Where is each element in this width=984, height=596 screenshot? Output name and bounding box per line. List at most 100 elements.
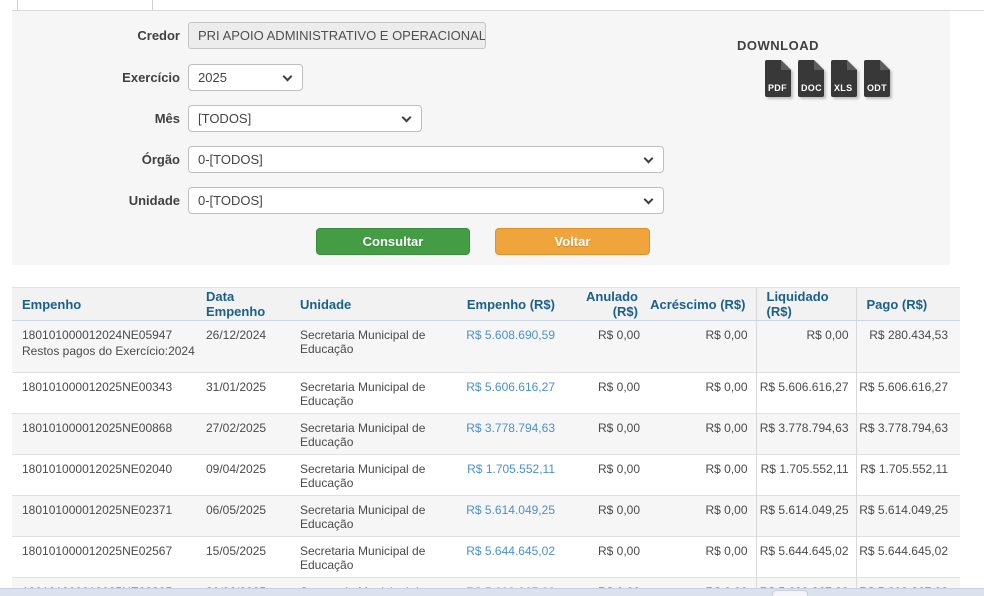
col-unidade[interactable]: Unidade — [290, 288, 462, 321]
cell-data: 31/01/2025 — [196, 373, 290, 414]
mes-label: Mês — [20, 111, 180, 126]
cell-pago: R$ 5.614.049,25 — [856, 496, 960, 537]
empenho-value-link[interactable]: R$ 5.614.049,25 — [466, 503, 555, 517]
cell-empenho-rs: R$ 5.644.645,02 — [462, 537, 565, 578]
scrollbar-thumb[interactable] — [772, 590, 808, 596]
cell-pago: R$ 280.434,53 — [856, 321, 960, 373]
tab-divider-right — [152, 0, 153, 10]
empenho-value-link[interactable]: R$ 5.606.616,27 — [466, 380, 555, 394]
empenho-note: Restos pagos do Exercício:2024 — [22, 344, 196, 358]
folded-corner-icon — [781, 60, 791, 70]
cell-liquidado: R$ 5.644.645,02 — [756, 537, 856, 578]
cell-anulado: R$ 0,00 — [565, 496, 648, 537]
cell-empenho-rs: R$ 1.705.552,11 — [462, 455, 565, 496]
chevron-down-icon — [402, 113, 412, 123]
cell-anulado: R$ 0,00 — [565, 321, 648, 373]
cell-anulado: R$ 0,00 — [565, 414, 648, 455]
document-icon: DOC — [798, 60, 824, 97]
document-icon: ODT — [864, 60, 890, 97]
document-icon: XLS — [831, 60, 857, 97]
cell-empenho: 180101000012025NE00343 — [12, 373, 196, 414]
cell-unidade: Secretaria Municipal de Educação — [290, 496, 462, 537]
chevron-down-icon — [644, 154, 654, 164]
col-acrescimo[interactable]: Acréscimo (R$) — [648, 288, 756, 321]
col-anulado[interactable]: Anulado (R$) — [565, 288, 648, 321]
document-icon: PDF — [765, 60, 791, 97]
empenho-number: 180101000012024NE05947 — [22, 328, 196, 342]
empenho-value-link[interactable]: R$ 3.778.794,63 — [466, 421, 555, 435]
mes-select[interactable]: [TODOS] — [188, 105, 422, 132]
table-row: 180101000012025NE0256715/05/2025Secretar… — [12, 537, 960, 578]
voltar-button[interactable]: Voltar — [495, 228, 650, 255]
cell-empenho-rs: R$ 3.778.794,63 — [462, 414, 565, 455]
cell-anulado: R$ 0,00 — [565, 373, 648, 414]
exercicio-label: Exercício — [20, 70, 180, 85]
cell-liquidado: R$ 0,00 — [756, 321, 856, 373]
cell-data: 27/02/2025 — [196, 414, 290, 455]
cell-acrescimo: R$ 0,00 — [648, 455, 756, 496]
credor-label: Credor — [20, 28, 180, 43]
cell-data: 09/04/2025 — [196, 455, 290, 496]
cell-empenho-rs: R$ 5.606.616,27 — [462, 373, 565, 414]
doc-file-icon[interactable]: DOC — [798, 60, 824, 97]
cell-empenho: 180101000012025NE02371 — [12, 496, 196, 537]
cell-data: 06/05/2025 — [196, 496, 290, 537]
orgao-value: 0-[TODOS] — [198, 152, 263, 167]
table-row: 180101000012024NE05947 Restos pagos do Ex… — [12, 321, 960, 373]
cell-empenho-rs: R$ 5.614.049,25 — [462, 496, 565, 537]
cell-acrescimo: R$ 0,00 — [648, 373, 756, 414]
cell-acrescimo: R$ 0,00 — [648, 537, 756, 578]
table-header-row: Empenho Data Empenho Unidade Empenho (R$… — [12, 288, 960, 321]
col-liquidado[interactable]: Liquidado (R$) — [756, 288, 856, 321]
cell-unidade: Secretaria Municipal de Educação — [290, 455, 462, 496]
file-format-label: ODT — [867, 83, 887, 93]
table-row: 180101000012025NE0034331/01/2025Secretar… — [12, 373, 960, 414]
cell-empenho: 180101000012025NE00868 — [12, 414, 196, 455]
cell-pago: R$ 3.778.794,63 — [856, 414, 960, 455]
cell-data: 15/05/2025 — [196, 537, 290, 578]
cell-acrescimo: R$ 0,00 — [648, 496, 756, 537]
cell-anulado: R$ 0,00 — [565, 455, 648, 496]
cell-pago: R$ 5.606.616,27 — [856, 373, 960, 414]
cell-acrescimo: R$ 0,00 — [648, 321, 756, 373]
consultar-button[interactable]: Consultar — [316, 228, 470, 255]
odt-file-icon[interactable]: ODT — [864, 60, 890, 97]
file-format-label: DOC — [801, 83, 822, 93]
unidade-select[interactable]: 0-[TODOS] — [188, 187, 664, 214]
col-empenho[interactable]: Empenho — [12, 288, 196, 321]
xls-file-icon[interactable]: XLS — [831, 60, 857, 97]
empenhos-table: Empenho Data Empenho Unidade Empenho (R$… — [12, 287, 960, 596]
cell-empenho-rs: R$ 5.608.690,59 — [462, 321, 565, 373]
cell-unidade: Secretaria Municipal de Educação — [290, 321, 462, 373]
empenho-value-link[interactable]: R$ 5.608.690,59 — [466, 328, 555, 342]
unidade-value: 0-[TODOS] — [198, 193, 263, 208]
cell-pago: R$ 1.705.552,11 — [856, 455, 960, 496]
table-row: 180101000012025NE0237106/05/2025Secretar… — [12, 496, 960, 537]
credor-field[interactable]: PRI APOIO ADMINISTRATIVO E OPERACIONAL L… — [188, 22, 486, 49]
pdf-file-icon[interactable]: PDF — [765, 60, 791, 97]
table-row: 180101000012025NE0204009/04/2025Secretar… — [12, 455, 960, 496]
empenho-value-link[interactable]: R$ 1.705.552,11 — [467, 462, 555, 476]
col-pago[interactable]: Pago (R$) — [856, 288, 960, 321]
cell-unidade: Secretaria Municipal de Educação — [290, 373, 462, 414]
col-data-empenho[interactable]: Data Empenho — [196, 288, 290, 321]
cell-liquidado: R$ 3.778.794,63 — [756, 414, 856, 455]
exercicio-value: 2025 — [198, 70, 227, 85]
cell-empenho: 180101000012024NE05947 Restos pagos do Ex… — [12, 321, 196, 373]
unidade-label: Unidade — [20, 193, 180, 208]
chevron-down-icon — [644, 195, 654, 205]
cell-pago: R$ 5.644.645,02 — [856, 537, 960, 578]
horizontal-scrollbar[interactable] — [0, 588, 984, 596]
cell-anulado: R$ 0,00 — [565, 537, 648, 578]
folded-corner-icon — [880, 60, 890, 70]
exercicio-select[interactable]: 2025 — [188, 64, 303, 91]
file-format-label: XLS — [834, 83, 852, 93]
cell-liquidado: R$ 5.614.049,25 — [756, 496, 856, 537]
file-format-label: PDF — [768, 83, 787, 93]
cell-unidade: Secretaria Municipal de Educação — [290, 414, 462, 455]
empenho-value-link[interactable]: R$ 5.644.645,02 — [466, 544, 555, 558]
cell-empenho: 180101000012025NE02040 — [12, 455, 196, 496]
chevron-down-icon — [283, 72, 293, 82]
col-empenho-rs[interactable]: Empenho (R$) — [462, 288, 565, 321]
orgao-select[interactable]: 0-[TODOS] — [188, 146, 664, 173]
